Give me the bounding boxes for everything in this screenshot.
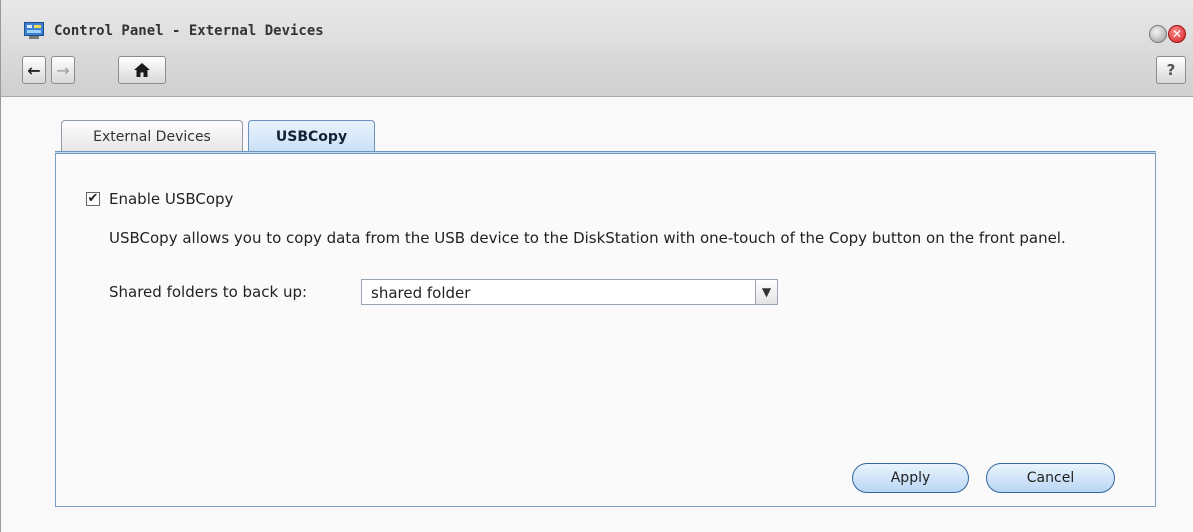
control-panel-window: Control Panel - External Devices ✕ ← → ?…	[0, 0, 1193, 532]
back-button[interactable]: ←	[22, 56, 46, 84]
chevron-down-icon[interactable]: ▼	[755, 280, 777, 304]
tab-external-devices[interactable]: External Devices	[61, 120, 243, 152]
shared-folder-select[interactable]: shared folder ▼	[361, 279, 778, 305]
shared-folders-label: Shared folders to back up:	[109, 283, 308, 301]
title-bar: Control Panel - External Devices ✕ ← → ?	[1, 0, 1193, 97]
cancel-button[interactable]: Cancel	[986, 463, 1115, 493]
control-panel-icon	[24, 22, 44, 39]
apply-button[interactable]: Apply	[852, 463, 969, 493]
help-button[interactable]: ?	[1156, 56, 1186, 84]
arrow-left-icon: ←	[27, 60, 41, 80]
home-button[interactable]	[118, 56, 166, 84]
close-button[interactable]: ✕	[1168, 25, 1186, 43]
arrow-right-icon: →	[56, 60, 70, 80]
usbcopy-description: USBCopy allows you to copy data from the…	[109, 229, 1066, 247]
window-title: Control Panel - External Devices	[54, 23, 324, 39]
tab-label: USBCopy	[275, 129, 348, 145]
home-icon	[134, 63, 150, 77]
shared-folder-value: shared folder	[371, 284, 471, 302]
enable-usbcopy-checkbox[interactable]: ✔	[86, 192, 100, 206]
enable-usbcopy-label[interactable]: Enable USBCopy	[109, 190, 233, 208]
minimize-button[interactable]	[1149, 25, 1167, 43]
tab-label: External Devices	[93, 128, 211, 145]
help-label: ?	[1166, 61, 1176, 79]
tab-usbcopy[interactable]: USBCopy	[248, 120, 375, 153]
apply-label: Apply	[890, 470, 931, 486]
cancel-label: Cancel	[1026, 470, 1075, 486]
forward-button[interactable]: →	[51, 56, 75, 84]
